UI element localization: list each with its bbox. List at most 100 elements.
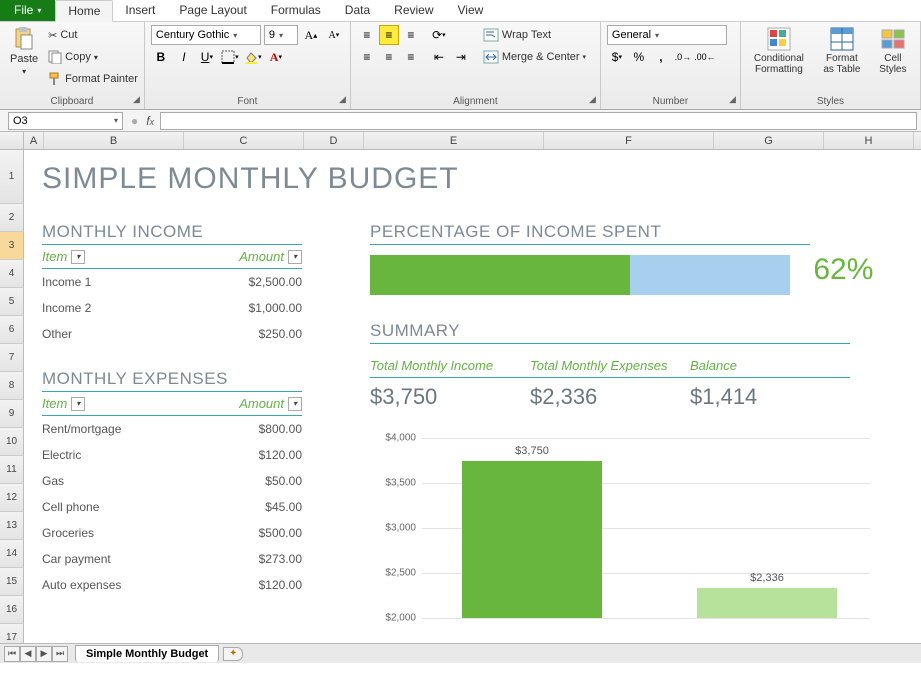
table-row[interactable]: Groceries$500.00 <box>42 520 302 546</box>
row-header[interactable]: 10 <box>0 428 24 456</box>
row-header[interactable]: 15 <box>0 568 24 596</box>
new-sheet-icon[interactable]: ✦ <box>223 647 243 661</box>
decrease-decimal-icon[interactable]: .00← <box>695 47 715 67</box>
tab-page-layout[interactable]: Page Layout <box>167 0 258 21</box>
merge-center-button[interactable]: Merge & Center▾ <box>483 47 586 67</box>
filter-icon[interactable]: ▾ <box>288 250 302 264</box>
row-header[interactable]: 12 <box>0 484 24 512</box>
row-header[interactable]: 8 <box>0 372 24 400</box>
table-row[interactable]: Auto expenses$120.00 <box>42 572 302 598</box>
align-top-icon[interactable]: ≡ <box>357 25 377 45</box>
comma-button[interactable]: , <box>651 47 671 67</box>
next-sheet-icon[interactable]: ▶ <box>36 646 52 662</box>
conditional-formatting-button[interactable]: Conditional Formatting <box>747 25 811 77</box>
filter-icon[interactable]: ▾ <box>71 250 85 264</box>
table-row[interactable]: Other$250.00 <box>42 321 302 347</box>
column-header[interactable]: D <box>304 132 364 149</box>
tab-home[interactable]: Home <box>55 0 113 22</box>
table-row[interactable]: Income 2$1,000.00 <box>42 295 302 321</box>
formula-bar: O3▾ ● fx <box>0 110 921 132</box>
row-header[interactable]: 5 <box>0 288 24 316</box>
increase-decimal-icon[interactable]: .0→ <box>673 47 693 67</box>
row-header[interactable]: 9 <box>0 400 24 428</box>
decrease-font-icon[interactable]: A▾ <box>324 25 344 45</box>
sheet-content[interactable]: SIMPLE MONTHLY BUDGET MONTHLY INCOME Ite… <box>24 150 921 663</box>
summary-header: Total Monthly Income <box>370 358 530 373</box>
file-tab[interactable]: File▾ <box>0 0 55 21</box>
row-header[interactable]: 7 <box>0 344 24 372</box>
table-header: Amount <box>239 249 284 264</box>
percent-button[interactable]: % <box>629 47 649 67</box>
column-header[interactable]: H <box>824 132 914 149</box>
paintbrush-icon <box>48 72 62 86</box>
group-label: Number <box>653 96 689 107</box>
format-as-table-button[interactable]: Format as Table <box>817 25 867 77</box>
currency-button[interactable]: $▾ <box>607 47 627 67</box>
name-box[interactable]: O3▾ <box>8 112 123 130</box>
row-header[interactable]: 3 <box>0 232 24 260</box>
row-header[interactable]: 1 <box>0 150 24 204</box>
cut-button[interactable]: ✂Cut <box>48 25 138 45</box>
table-row[interactable]: Gas$50.00 <box>42 468 302 494</box>
column-header[interactable]: B <box>44 132 184 149</box>
column-header[interactable]: A <box>24 132 44 149</box>
first-sheet-icon[interactable]: ⏮ <box>4 646 20 662</box>
formula-input[interactable] <box>160 112 917 130</box>
last-sheet-icon[interactable]: ⏭ <box>52 646 68 662</box>
row-header[interactable]: 6 <box>0 316 24 344</box>
font-name-select[interactable]: Century Gothic▾ <box>151 25 261 45</box>
column-header[interactable]: C <box>184 132 304 149</box>
column-header[interactable]: G <box>714 132 824 149</box>
prev-sheet-icon[interactable]: ◀ <box>20 646 36 662</box>
select-all-button[interactable] <box>0 132 24 149</box>
dialog-launcher-icon[interactable]: ◢ <box>339 94 346 105</box>
cell-styles-button[interactable]: Cell Styles <box>873 25 913 77</box>
font-size-select[interactable]: 9▾ <box>264 25 298 45</box>
decrease-indent-icon[interactable]: ⇤ <box>429 47 449 67</box>
align-middle-icon[interactable]: ≡ <box>379 25 399 45</box>
copy-button[interactable]: Copy▾ <box>48 47 138 67</box>
number-format-select[interactable]: General▾ <box>607 25 727 45</box>
bold-button[interactable]: B <box>151 47 171 67</box>
row-header[interactable]: 4 <box>0 260 24 288</box>
orientation-icon[interactable]: ⟳▾ <box>429 25 449 45</box>
tab-review[interactable]: Review <box>382 0 445 21</box>
row-header[interactable]: 13 <box>0 512 24 540</box>
align-left-icon[interactable]: ≡ <box>357 47 377 67</box>
align-bottom-icon[interactable]: ≡ <box>401 25 421 45</box>
table-row[interactable]: Income 1$2,500.00 <box>42 269 302 295</box>
tab-view[interactable]: View <box>446 0 496 21</box>
column-header[interactable]: E <box>364 132 544 149</box>
column-header[interactable]: F <box>544 132 714 149</box>
table-row[interactable]: Cell phone$45.00 <box>42 494 302 520</box>
dialog-launcher-icon[interactable]: ◢ <box>133 94 140 105</box>
font-color-button[interactable]: A▾ <box>266 47 286 67</box>
row-header[interactable]: 11 <box>0 456 24 484</box>
fill-color-button[interactable]: ▾ <box>243 47 263 67</box>
tab-insert[interactable]: Insert <box>113 0 167 21</box>
table-row[interactable]: Rent/mortgage$800.00 <box>42 416 302 442</box>
tab-data[interactable]: Data <box>333 0 382 21</box>
italic-button[interactable]: I <box>174 47 194 67</box>
table-row[interactable]: Car payment$273.00 <box>42 546 302 572</box>
filter-icon[interactable]: ▾ <box>288 397 302 411</box>
worksheet-tab[interactable]: Simple Monthly Budget <box>75 645 219 662</box>
row-header[interactable]: 2 <box>0 204 24 232</box>
increase-font-icon[interactable]: A▴ <box>301 25 321 45</box>
fx-icon[interactable]: fx <box>140 114 160 128</box>
align-center-icon[interactable]: ≡ <box>379 47 399 67</box>
border-button[interactable]: ▾ <box>220 47 240 67</box>
format-painter-button[interactable]: Format Painter <box>48 69 138 89</box>
tab-formulas[interactable]: Formulas <box>259 0 333 21</box>
wrap-text-button[interactable]: Wrap Text <box>483 25 586 45</box>
dialog-launcher-icon[interactable]: ◢ <box>589 94 596 105</box>
row-header[interactable]: 16 <box>0 596 24 624</box>
table-row[interactable]: Electric$120.00 <box>42 442 302 468</box>
row-header[interactable]: 14 <box>0 540 24 568</box>
underline-button[interactable]: U▾ <box>197 47 217 67</box>
dialog-launcher-icon[interactable]: ◢ <box>729 94 736 105</box>
paste-button[interactable]: Paste ▾ <box>6 25 42 78</box>
increase-indent-icon[interactable]: ⇥ <box>451 47 471 67</box>
filter-icon[interactable]: ▾ <box>71 397 85 411</box>
align-right-icon[interactable]: ≡ <box>401 47 421 67</box>
